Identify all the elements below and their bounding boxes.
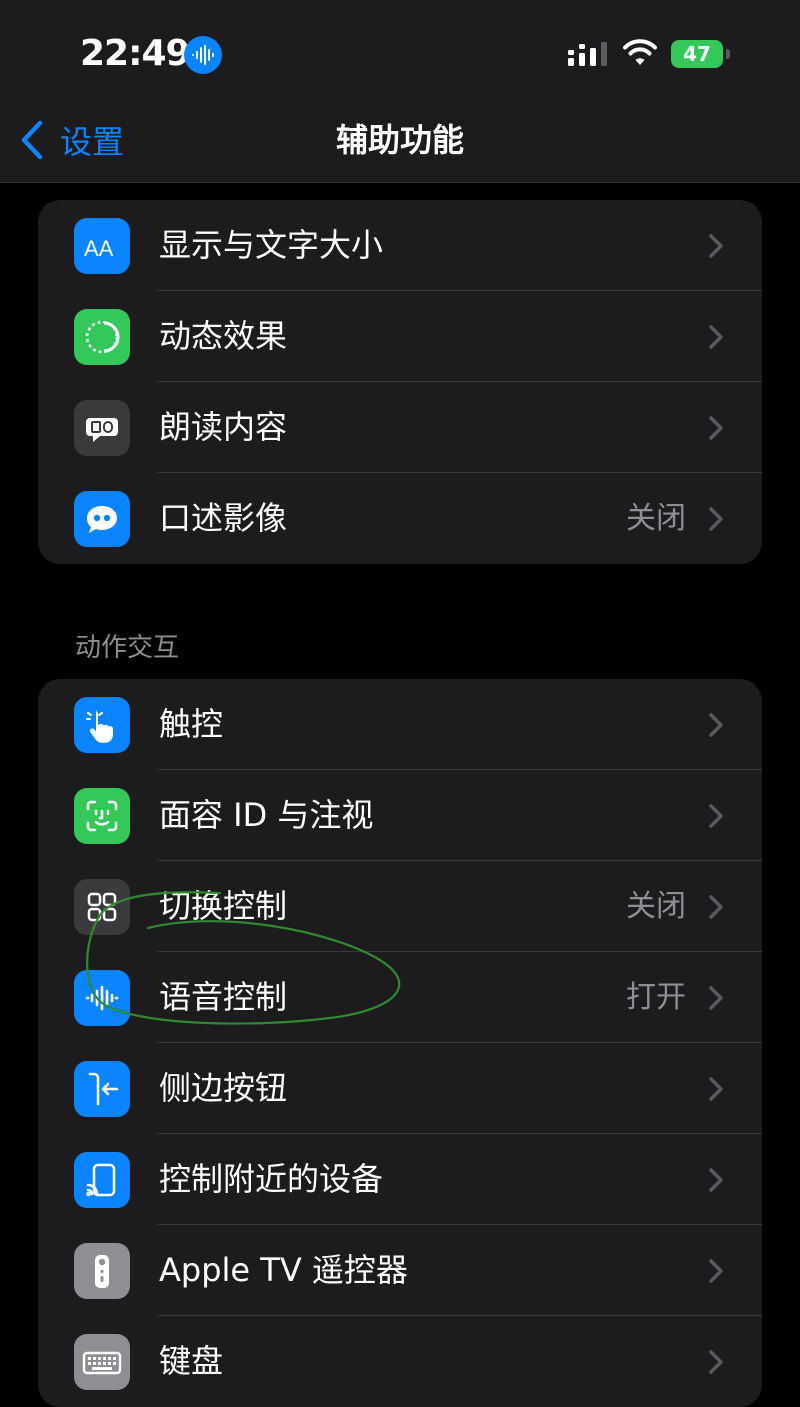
row-keyboards[interactable]: 键盘 [38, 1316, 762, 1407]
page-title: 辅助功能 [335, 121, 464, 159]
voice-control-icon [74, 970, 130, 1026]
chevron-right-icon [709, 804, 723, 828]
chevron-right-icon [709, 895, 723, 919]
row-label: 触控 [159, 705, 224, 743]
chevron-right-icon [709, 986, 723, 1010]
touch-hand-icon [74, 697, 130, 753]
row-label: 面容 ID 与注视 [159, 796, 374, 834]
wifi-icon [623, 39, 657, 65]
chevron-right-icon [709, 1350, 723, 1374]
battery-level: 47 [671, 40, 723, 68]
keyboard-icon [74, 1334, 130, 1390]
row-spoken-content[interactable]: 朗读内容 [38, 382, 762, 473]
chevron-right-icon [709, 416, 723, 440]
row-value: 打开 [626, 980, 686, 1015]
row-apple-tv-remote[interactable]: Apple TV 遥控器 [38, 1225, 762, 1316]
row-label: Apple TV 遥控器 [159, 1251, 408, 1289]
chevron-right-icon [709, 325, 723, 349]
chevron-right-icon [709, 1077, 723, 1101]
face-id-icon [74, 788, 130, 844]
row-voice-control[interactable]: 语音控制 打开 [38, 952, 762, 1043]
section-header-interaction: 动作交互 [75, 633, 180, 663]
battery-cap [726, 49, 730, 59]
row-label: 口述影像 [159, 499, 288, 537]
navigation-bar: 设置 辅助功能 [0, 100, 800, 183]
row-label: 显示与文字大小 [159, 226, 384, 264]
spoken-content-icon [74, 400, 130, 456]
row-label: 朗读内容 [159, 408, 288, 446]
chevron-right-icon [709, 1168, 723, 1192]
row-value: 关闭 [626, 501, 686, 536]
row-label: 键盘 [159, 1342, 224, 1380]
status-time: 22:49 [80, 33, 191, 74]
voice-control-active-icon [184, 36, 222, 74]
row-audio-descriptions[interactable]: 口述影像 关闭 [38, 473, 762, 564]
row-face-id-attention[interactable]: 面容 ID 与注视 [38, 770, 762, 861]
chevron-right-icon [709, 234, 723, 258]
row-value: 关闭 [626, 889, 686, 924]
audio-description-icon [74, 491, 130, 547]
status-bar: 22:49 47 [0, 0, 800, 100]
battery-percent: 47 [683, 42, 711, 66]
row-control-nearby-devices[interactable]: 控制附近的设备 [38, 1134, 762, 1225]
svg-text:AA: AA [84, 236, 114, 260]
chevron-right-icon [709, 507, 723, 531]
apple-tv-remote-icon [74, 1243, 130, 1299]
row-touch[interactable]: 触控 [38, 679, 762, 770]
row-motion[interactable]: 动态效果 [38, 291, 762, 382]
nearby-devices-icon [74, 1152, 130, 1208]
switch-control-icon [74, 879, 130, 935]
chevron-right-icon [709, 713, 723, 737]
row-switch-control[interactable]: 切换控制 关闭 [38, 861, 762, 952]
row-side-button[interactable]: 侧边按钮 [38, 1043, 762, 1134]
row-label: 语音控制 [159, 978, 288, 1016]
side-button-icon [74, 1061, 130, 1117]
vision-settings-group: AA 显示与文字大小 动态效果 朗读内容 口述影像 关闭 [38, 200, 762, 564]
interaction-settings-group: 触控 面容 ID 与注视 切换控制 关闭 语音控制 打开 侧边按钮 控制附近的设… [38, 679, 762, 1407]
text-size-icon: AA [74, 218, 130, 274]
row-label: 动态效果 [159, 317, 288, 355]
motion-icon [74, 309, 130, 365]
row-display-text-size[interactable]: AA 显示与文字大小 [38, 200, 762, 291]
chevron-right-icon [709, 1259, 723, 1283]
row-label: 侧边按钮 [159, 1069, 288, 1107]
cellular-signal-icon [568, 42, 607, 66]
row-label: 切换控制 [159, 887, 288, 925]
row-label: 控制附近的设备 [159, 1160, 384, 1198]
settings-content: AA 显示与文字大小 动态效果 朗读内容 口述影像 关闭 动作交互 触控 面容 … [0, 0, 800, 1407]
